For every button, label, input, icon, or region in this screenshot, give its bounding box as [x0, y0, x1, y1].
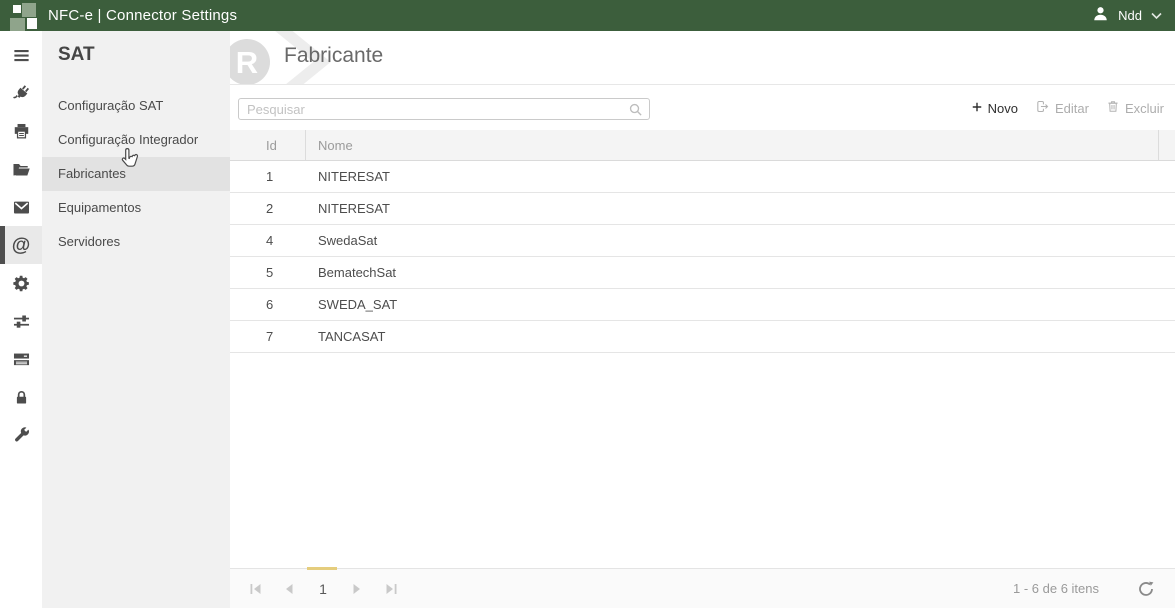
server-icon — [12, 350, 31, 369]
delete-button-label: Excluir — [1125, 101, 1164, 116]
logo-square — [27, 18, 37, 29]
rail-item-settings[interactable] — [0, 264, 42, 302]
rail-item-printers[interactable] — [0, 112, 42, 150]
previous-page-button[interactable] — [272, 569, 306, 608]
user-icon — [1092, 5, 1109, 27]
lock-icon — [13, 388, 30, 407]
rail-item-mail[interactable] — [0, 188, 42, 226]
new-button[interactable]: Novo — [971, 101, 1018, 116]
column-header-nome[interactable]: Nome — [306, 138, 1158, 153]
sliders-icon — [12, 312, 31, 331]
rail-item-security[interactable] — [0, 378, 42, 416]
logo-square — [10, 18, 25, 31]
page-number-button[interactable]: 1 — [306, 569, 340, 608]
cell-nome: SWEDA_SAT — [306, 297, 1175, 312]
main-content: R Fabricante Novo Editar — [230, 31, 1175, 608]
chevron-down-icon — [1151, 7, 1162, 25]
mail-icon — [12, 198, 31, 217]
app-title: NFC-e | Connector Settings — [48, 7, 237, 24]
table-row[interactable]: 4 SwedaSat — [230, 225, 1175, 257]
edit-icon — [1035, 99, 1050, 117]
menu-icon — [12, 46, 31, 65]
grid-toolbar: Novo Editar Excluir — [230, 85, 1175, 130]
watermark-letter: R — [236, 45, 258, 80]
app-logo — [6, 0, 38, 31]
sidebar-item-servidores[interactable]: Servidores — [42, 225, 230, 259]
icon-rail: @ — [0, 31, 42, 608]
at-sign-icon: @ — [12, 236, 31, 255]
plug-icon — [12, 84, 31, 103]
cell-nome: TANCASAT — [306, 329, 1175, 344]
cell-nome: SwedaSat — [306, 233, 1175, 248]
grid-pager: 1 1 - 6 de 6 itens — [230, 568, 1175, 608]
cell-id: 1 — [230, 169, 306, 184]
page-title: Fabricante — [284, 44, 383, 68]
trash-icon — [1106, 99, 1120, 117]
app-window: NFC-e | Connector Settings Ndd @ — [0, 0, 1175, 608]
wrench-icon — [12, 426, 31, 445]
pager-info: 1 - 6 de 6 itens — [1013, 569, 1099, 608]
next-page-button[interactable] — [340, 569, 374, 608]
sidebar-item-equipamentos[interactable]: Equipamentos — [42, 191, 230, 225]
search-input[interactable] — [247, 99, 627, 119]
edit-button-label: Editar — [1055, 101, 1089, 116]
printer-icon — [12, 122, 31, 141]
cell-id: 4 — [230, 233, 306, 248]
delete-button[interactable]: Excluir — [1106, 99, 1164, 117]
rail-item-parameters[interactable] — [0, 302, 42, 340]
refresh-icon[interactable] — [1138, 581, 1154, 602]
search-box — [238, 98, 650, 120]
folder-open-icon — [11, 160, 31, 179]
user-name: Ndd — [1118, 8, 1142, 23]
rail-item-servers[interactable] — [0, 340, 42, 378]
top-bar: NFC-e | Connector Settings Ndd — [0, 0, 1175, 31]
cell-nome: NITERESAT — [306, 169, 1175, 184]
sidebar-item-configuracao-integrador[interactable]: Configuração Integrador — [42, 123, 230, 157]
first-page-button[interactable] — [238, 569, 272, 608]
logo-square — [13, 5, 21, 13]
cell-nome: NITERESAT — [306, 201, 1175, 216]
cell-id: 6 — [230, 297, 306, 312]
cell-id: 2 — [230, 201, 306, 216]
last-page-button[interactable] — [374, 569, 408, 608]
gear-icon — [12, 274, 31, 293]
scrollbar-spacer — [1158, 130, 1175, 160]
page-header: R Fabricante — [230, 31, 1175, 85]
table-row[interactable]: 6 SWEDA_SAT — [230, 289, 1175, 321]
table-row[interactable]: 2 NITERESAT — [230, 193, 1175, 225]
fabricante-grid: Id Nome 1 NITERESAT 2 NITERESAT 4 SwedaS… — [230, 130, 1175, 353]
rail-item-menu[interactable] — [0, 36, 42, 74]
sidebar-title: SAT — [42, 31, 230, 89]
user-menu[interactable]: Ndd — [1092, 0, 1162, 31]
rail-item-sat[interactable]: @ — [0, 226, 42, 264]
column-header-id[interactable]: Id — [230, 130, 306, 160]
rail-item-connections[interactable] — [0, 74, 42, 112]
cell-id: 5 — [230, 265, 306, 280]
logo-square — [22, 3, 36, 17]
cell-id: 7 — [230, 329, 306, 344]
grid-header-row: Id Nome — [230, 130, 1175, 161]
current-page-number: 1 — [319, 581, 327, 597]
rail-item-tools[interactable] — [0, 416, 42, 454]
rail-item-files[interactable] — [0, 150, 42, 188]
sidebar-item-fabricantes[interactable]: Fabricantes — [42, 157, 230, 191]
cell-nome: BematechSat — [306, 265, 1175, 280]
new-button-label: Novo — [988, 101, 1018, 116]
table-row[interactable]: 1 NITERESAT — [230, 161, 1175, 193]
sat-sidebar: SAT Configuração SAT Configuração Integr… — [42, 31, 230, 608]
table-row[interactable]: 7 TANCASAT — [230, 321, 1175, 353]
table-row[interactable]: 5 BematechSat — [230, 257, 1175, 289]
edit-button[interactable]: Editar — [1035, 99, 1089, 117]
search-icon[interactable] — [628, 102, 643, 122]
plus-icon — [971, 101, 983, 116]
sidebar-item-configuracao-sat[interactable]: Configuração SAT — [42, 89, 230, 123]
